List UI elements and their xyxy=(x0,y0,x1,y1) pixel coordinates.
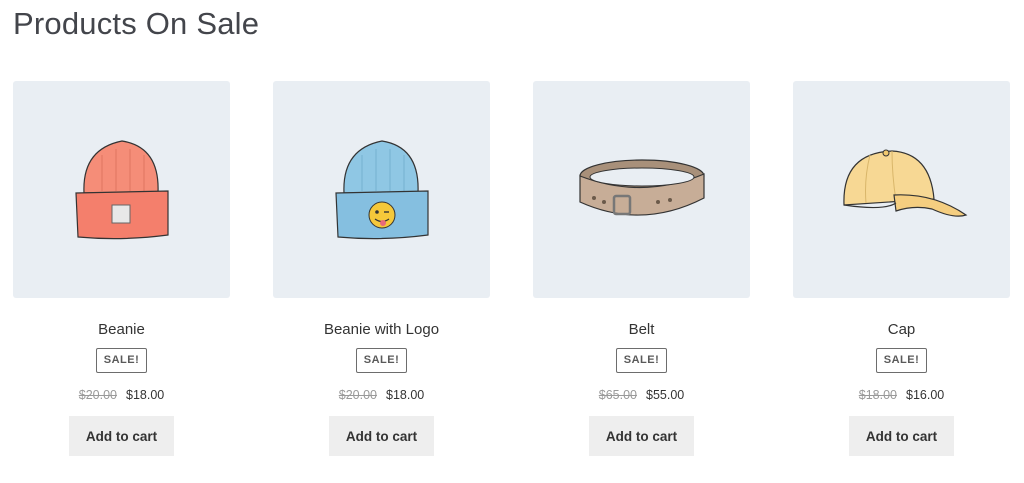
belt-icon xyxy=(578,158,705,216)
product-image[interactable] xyxy=(13,81,230,298)
sale-price: $55.00 xyxy=(646,388,685,402)
add-to-cart-button[interactable]: Add to cart xyxy=(329,416,434,456)
product-title[interactable]: Beanie with Logo xyxy=(324,321,439,339)
sale-badge: SALE! xyxy=(615,348,668,373)
add-to-cart-button[interactable]: Add to cart xyxy=(69,416,174,456)
price: $20.00 $18.00 xyxy=(79,387,164,403)
price: $65.00 $55.00 xyxy=(599,387,684,403)
sale-price: $18.00 xyxy=(386,388,425,402)
price: $20.00 $18.00 xyxy=(339,387,424,403)
beanie-logo-icon xyxy=(334,139,429,239)
regular-price: $20.00 xyxy=(338,388,377,402)
add-to-cart-button[interactable]: Add to cart xyxy=(589,416,694,456)
product-title[interactable]: Belt xyxy=(629,321,655,339)
sale-badge: SALE! xyxy=(355,348,408,373)
regular-price: $20.00 xyxy=(78,388,117,402)
product-title[interactable]: Beanie xyxy=(98,321,145,339)
sale-price: $18.00 xyxy=(126,388,165,402)
product-grid: Beanie SALE! $20.00 $18.00 Add to cart B… xyxy=(13,81,1010,456)
sale-price: $16.00 xyxy=(906,388,945,402)
product-image[interactable] xyxy=(533,81,750,298)
product-card: Cap SALE! $18.00 $16.00 Add to cart xyxy=(793,81,1010,456)
page-title: Products On Sale xyxy=(13,6,260,41)
price: $18.00 $16.00 xyxy=(859,387,944,403)
product-title[interactable]: Cap xyxy=(888,321,916,339)
product-image[interactable] xyxy=(273,81,490,298)
regular-price: $18.00 xyxy=(858,388,897,402)
product-card: Beanie SALE! $20.00 $18.00 Add to cart xyxy=(13,81,230,456)
product-image[interactable] xyxy=(793,81,1010,298)
beanie-icon xyxy=(74,139,169,239)
regular-price: $65.00 xyxy=(598,388,637,402)
cap-icon xyxy=(842,149,967,217)
add-to-cart-button[interactable]: Add to cart xyxy=(849,416,954,456)
sale-badge: SALE! xyxy=(875,348,928,373)
product-card: Beanie with Logo SALE! $20.00 $18.00 Add… xyxy=(273,81,490,456)
sale-badge: SALE! xyxy=(95,348,148,373)
product-card: Belt SALE! $65.00 $55.00 Add to cart xyxy=(533,81,750,456)
